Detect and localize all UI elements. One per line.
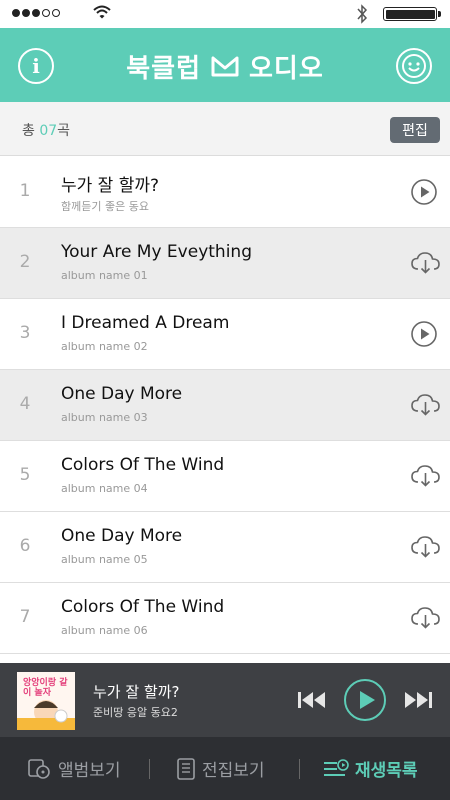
page-title: 북클럽 오디오 xyxy=(0,48,450,84)
signal-dot xyxy=(22,9,30,17)
track-subtitle: 함께듣기 좋은 동요 xyxy=(61,200,149,213)
track-subtitle: album name 04 xyxy=(61,482,148,495)
track-subtitle: album name 01 xyxy=(61,269,148,282)
count-value: 07 xyxy=(39,123,58,139)
track-number: 6 xyxy=(19,536,31,556)
tab-collection[interactable]: 전집보기 xyxy=(176,737,265,800)
track-subtitle: album name 05 xyxy=(61,553,148,566)
bluetooth-icon xyxy=(357,4,368,24)
track-number: 1 xyxy=(19,181,31,201)
track-title: One Day More xyxy=(61,526,183,546)
track-row[interactable]: 5 Colors Of The Wind album name 04 xyxy=(0,441,450,512)
count-prefix: 총 xyxy=(22,123,40,139)
track-subtitle: album name 06 xyxy=(61,624,148,637)
track-number: 3 xyxy=(19,323,31,343)
play-button[interactable] xyxy=(344,679,386,721)
album-icon xyxy=(28,758,50,779)
tab-playlist[interactable]: 재생목록 xyxy=(323,737,418,800)
track-row[interactable]: 1 누가 잘 할까? 함께듣기 좋은 동요 xyxy=(0,157,450,228)
tab-collection-label: 전집보기 xyxy=(202,761,265,781)
tab-album[interactable]: 앨범보기 xyxy=(28,737,121,800)
edit-button[interactable]: 편집 xyxy=(390,117,440,143)
now-playing-title: 누가 잘 할까? xyxy=(93,683,180,701)
track-title: I Dreamed A Dream xyxy=(61,313,230,333)
now-playing-subtitle: 준비땅 응알 동요2 xyxy=(93,706,178,719)
next-icon[interactable] xyxy=(403,689,433,711)
cloud-download-icon[interactable] xyxy=(410,604,440,632)
title-text-left: 북클럽 xyxy=(126,53,201,84)
app-header: i 북클럽 오디오 xyxy=(0,28,450,102)
track-title: 누가 잘 할까? xyxy=(61,176,160,196)
signal-dot xyxy=(42,9,50,17)
album-cover-title: 앙앙이랑 같이 놀자 xyxy=(23,678,68,698)
title-text-right: 오디오 xyxy=(249,53,324,84)
profile-button[interactable] xyxy=(396,48,432,84)
track-subtitle: album name 02 xyxy=(61,340,148,353)
track-title: Colors Of The Wind xyxy=(61,597,225,617)
status-bar xyxy=(0,0,450,28)
signal-dots xyxy=(12,9,60,17)
signal-dot xyxy=(52,9,60,17)
cloud-download-icon[interactable] xyxy=(410,533,440,561)
cloud-download-icon[interactable] xyxy=(410,391,440,419)
tab-divider xyxy=(149,759,150,779)
signal-dot xyxy=(32,9,40,17)
book-icon xyxy=(211,56,239,77)
track-row[interactable]: 4 One Day More album name 03 xyxy=(0,370,450,441)
track-row[interactable]: 3 I Dreamed A Dream album name 02 xyxy=(0,299,450,370)
cloud-download-icon[interactable] xyxy=(410,462,440,490)
track-subtitle: album name 03 xyxy=(61,411,148,424)
track-title: Your Are My Eveything xyxy=(61,242,252,262)
play-icon xyxy=(360,691,375,709)
track-number: 2 xyxy=(19,252,31,272)
track-title: Colors Of The Wind xyxy=(61,455,225,475)
mini-player: 앙앙이랑 같이 놀자 누가 잘 할까? 준비땅 응알 동요2 xyxy=(0,663,450,737)
previous-icon[interactable] xyxy=(297,689,327,711)
play-icon[interactable] xyxy=(410,178,438,206)
collection-icon xyxy=(177,757,195,780)
tab-album-label: 앨범보기 xyxy=(58,761,121,781)
wifi-icon xyxy=(93,5,111,19)
track-row[interactable]: 2 Your Are My Eveything album name 01 xyxy=(0,228,450,299)
track-count-bar: 총 07곡 xyxy=(0,102,450,156)
track-list: 1 누가 잘 할까? 함께듣기 좋은 동요 2 Your Are My Eveythin… xyxy=(0,157,450,663)
playlist-icon xyxy=(324,758,349,776)
battery-icon xyxy=(383,7,441,21)
smiley-icon xyxy=(402,54,426,78)
bottom-tab-bar: 앨범보기 전집보기 재생목록 xyxy=(0,737,450,800)
track-number: 7 xyxy=(19,607,31,627)
tab-playlist-label: 재생목록 xyxy=(355,761,418,781)
track-title: One Day More xyxy=(61,384,183,404)
count-suffix: 곡 xyxy=(57,123,71,139)
cloud-download-icon[interactable] xyxy=(410,249,440,277)
tab-divider xyxy=(299,759,300,779)
track-row[interactable]: 6 One Day More album name 05 xyxy=(0,512,450,583)
track-row[interactable]: 7 Colors Of The Wind album name 06 xyxy=(0,583,450,654)
track-number: 5 xyxy=(19,465,31,485)
signal-dot xyxy=(12,9,20,17)
album-cover[interactable]: 앙앙이랑 같이 놀자 xyxy=(17,672,75,730)
track-number: 4 xyxy=(19,394,31,414)
track-count: 총 07곡 xyxy=(22,120,70,140)
play-icon[interactable] xyxy=(410,320,438,348)
